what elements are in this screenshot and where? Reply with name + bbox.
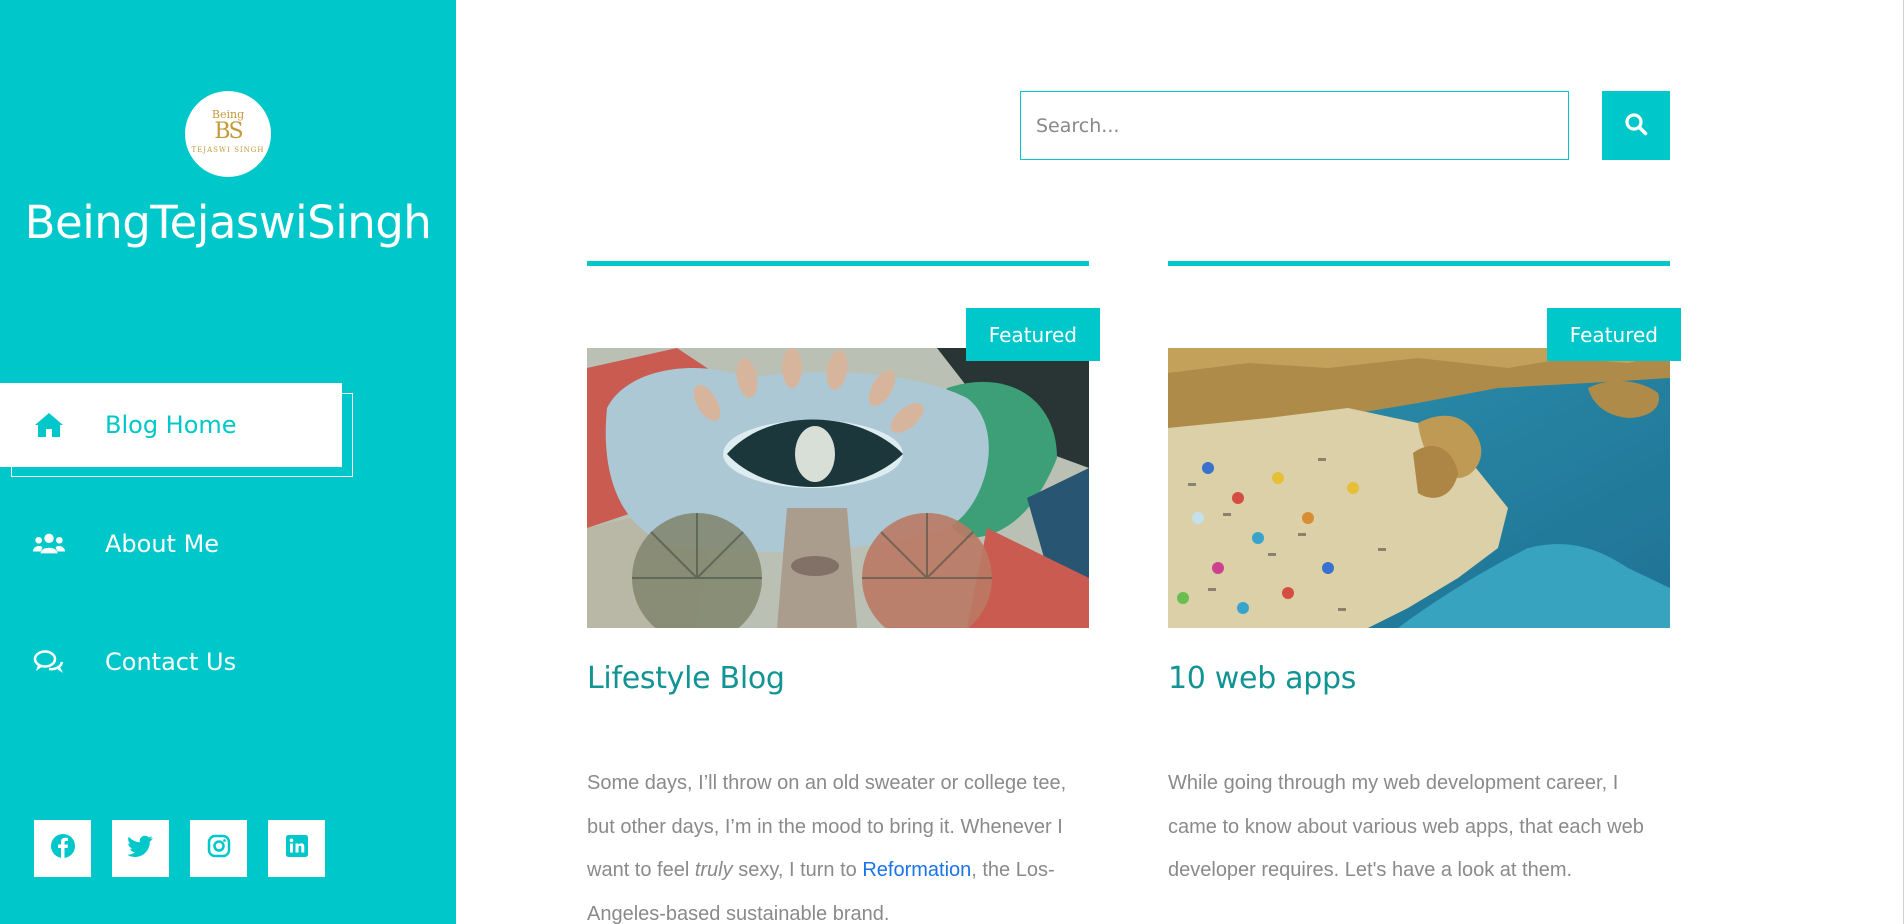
- sidebar-item-contact-us[interactable]: Contact Us: [0, 620, 342, 704]
- home-icon: [33, 409, 65, 441]
- reformation-link[interactable]: Reformation: [862, 859, 971, 881]
- search-input[interactable]: [1020, 91, 1569, 160]
- sidebar-item-label: About Me: [105, 530, 220, 558]
- sidebar-item-blog-home[interactable]: Blog Home: [0, 383, 342, 467]
- post-image-abstract-art[interactable]: [587, 348, 1089, 628]
- search-button[interactable]: [1602, 91, 1670, 160]
- facebook-link[interactable]: [34, 820, 91, 877]
- twitter-link[interactable]: [112, 820, 169, 877]
- linkedin-icon: [285, 834, 309, 863]
- post-card: Featured 10 web apps While going through…: [1168, 261, 1681, 881]
- social-links: [34, 820, 325, 877]
- users-icon: [33, 528, 65, 560]
- chat-icon: [33, 646, 65, 678]
- post-card: Featured Lifestyle Blog Some days, I’ll …: [587, 261, 1100, 924]
- post-excerpt: Some days, I’ll throw on an old sweater …: [587, 762, 1089, 924]
- sidebar-item-label: Contact Us: [105, 648, 237, 676]
- post-excerpt: While going through my web development c…: [1168, 762, 1670, 893]
- twitter-icon: [126, 835, 154, 862]
- logo-bottom-text: TEJASWI SINGH: [191, 146, 265, 154]
- site-logo[interactable]: Being BS TEJASWI SINGH: [185, 91, 271, 177]
- sidebar-item-label: Blog Home: [105, 411, 237, 439]
- site-title[interactable]: BeingTejaswiSingh: [0, 196, 456, 249]
- card-top-bar: [587, 261, 1089, 266]
- instagram-link[interactable]: [190, 820, 247, 877]
- sidebar-item-about-me[interactable]: About Me: [0, 502, 342, 586]
- post-title[interactable]: Lifestyle Blog: [587, 661, 785, 696]
- featured-badge: Featured: [965, 308, 1100, 361]
- search-icon: [1624, 112, 1648, 139]
- linkedin-link[interactable]: [268, 820, 325, 877]
- featured-badge: Featured: [1546, 308, 1681, 361]
- card-top-bar: [1168, 261, 1670, 266]
- instagram-icon: [207, 834, 231, 863]
- post-title[interactable]: 10 web apps: [1168, 661, 1356, 696]
- excerpt-emphasis: truly: [694, 859, 733, 881]
- logo-monogram: BS: [214, 119, 243, 144]
- post-image-beach[interactable]: [1168, 348, 1670, 628]
- sidebar: Being BS TEJASWI SINGH BeingTejaswiSingh…: [0, 0, 456, 924]
- facebook-icon: [50, 833, 76, 864]
- excerpt-text: sexy, I turn to: [732, 859, 863, 881]
- excerpt-text: While going through my web development c…: [1168, 772, 1644, 881]
